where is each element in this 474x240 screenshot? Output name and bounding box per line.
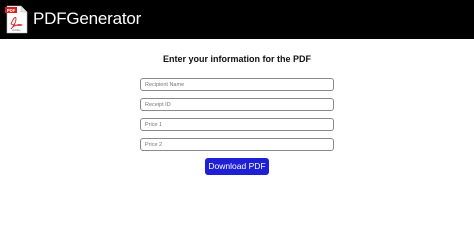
price-2-input[interactable] [140, 138, 334, 151]
brand-name[interactable]: PDFGenerator [33, 9, 141, 29]
pdf-file-icon: PDF Adobe [5, 5, 28, 34]
price-1-input[interactable] [140, 118, 334, 131]
logo-tag: PDF [7, 8, 16, 13]
form-heading: Enter your information for the PDF [162, 54, 311, 64]
receipt-id-input[interactable] [140, 98, 334, 111]
navbar: PDF Adobe PDFGenerator [0, 0, 474, 39]
download-pdf-button[interactable]: Download PDF [205, 158, 269, 175]
app-root: PDF Adobe PDFGenerator Enter your inform… [0, 0, 474, 203]
logo-caption: Adobe [12, 28, 21, 32]
recipient-name-input[interactable] [140, 78, 334, 91]
